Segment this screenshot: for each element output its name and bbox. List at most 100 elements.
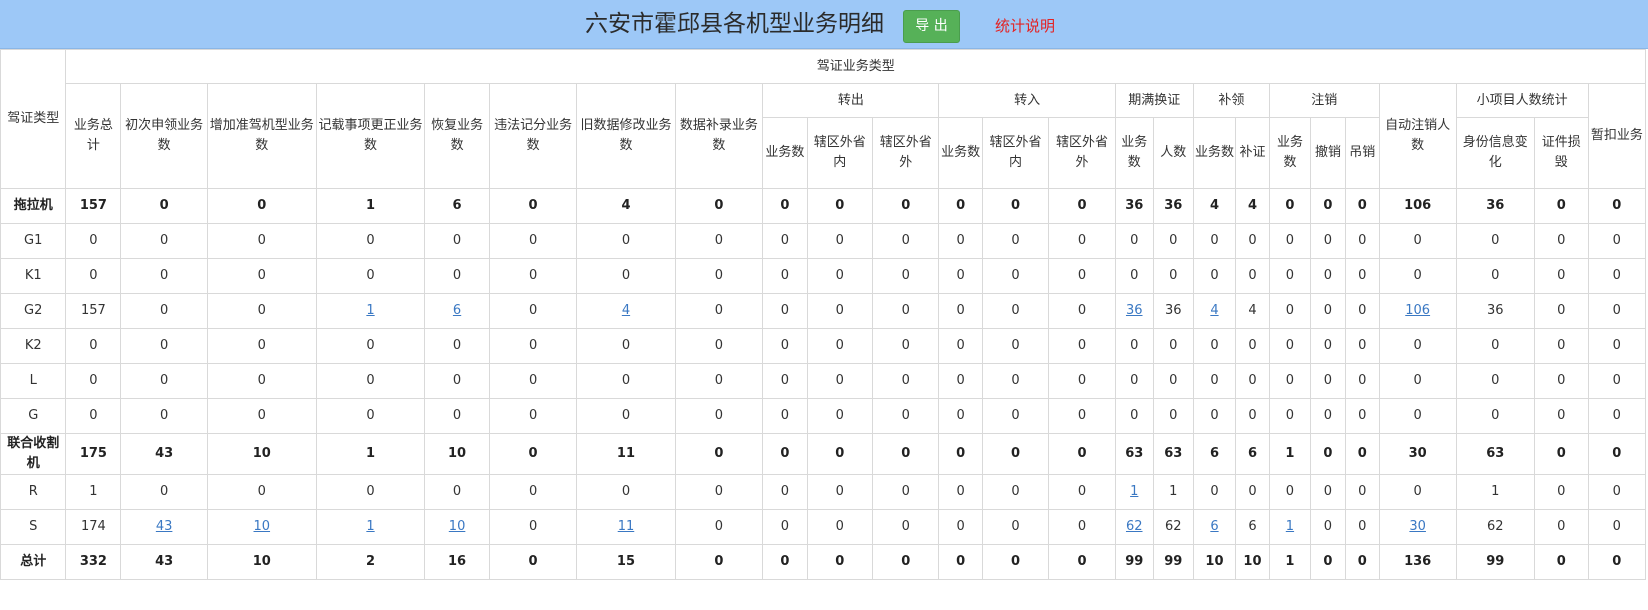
detail-link[interactable]: 43 xyxy=(156,519,173,534)
table-cell: 0 xyxy=(762,474,808,510)
table-cell: 0 xyxy=(1533,223,1589,259)
table-cell: 0 xyxy=(871,398,940,434)
table-cell: 0 xyxy=(1344,328,1380,364)
page-title: 六安市霍邱县各机型业务明细 xyxy=(585,11,884,37)
table-cell: 0 xyxy=(1048,544,1116,580)
table-cell: 0 xyxy=(1048,328,1116,364)
detail-link[interactable]: 1 xyxy=(366,303,374,318)
table-cell: 4 xyxy=(1192,188,1237,224)
table-cell: 0 xyxy=(674,293,764,329)
table-cell: 11 xyxy=(576,509,676,545)
detail-link[interactable]: 62 xyxy=(1126,519,1143,534)
table-cell: 0 xyxy=(576,474,676,510)
table-cell: 2 xyxy=(315,544,426,580)
table-cell: 0 xyxy=(1114,398,1154,434)
table-cell: 0 xyxy=(576,328,676,364)
table-cell: 0 xyxy=(806,258,873,294)
sub-header-biz: 业务数 xyxy=(1114,117,1154,189)
table-cell: 1 xyxy=(65,474,122,510)
table-cell: 0 xyxy=(806,293,873,329)
table-cell: 0 xyxy=(1455,363,1535,399)
table-cell: 1 xyxy=(1268,509,1312,545)
table-cell: 0 xyxy=(1048,293,1116,329)
table-cell: 0 xyxy=(871,328,940,364)
table-cell: 0 xyxy=(488,188,578,224)
header-restore: 恢复业务数 xyxy=(424,83,490,189)
detail-link[interactable]: 1 xyxy=(1130,484,1138,499)
table-row: S 174 43 10 1 10 0 11 0 0 0 0 0 0 0 62 62 6 6 1 0 0 30 62 0 0 xyxy=(0,509,1647,545)
table-cell: 0 xyxy=(674,363,764,399)
header-record-change: 记载事项更正业务数 xyxy=(315,83,426,189)
table-cell: 0 xyxy=(1587,188,1647,224)
table-cell: 0 xyxy=(1344,258,1380,294)
table-cell: 0 xyxy=(1192,223,1237,259)
sub-header-biz: 业务数 xyxy=(938,117,983,189)
table-cell: 0 xyxy=(1114,223,1154,259)
table-row: 总计 332 43 10 2 16 0 15 0 0 0 0 0 0 0 99 99 10 10 1 0 0 136 99 0 0 xyxy=(0,544,1647,580)
detail-link[interactable]: 30 xyxy=(1409,519,1426,534)
table-cell: 0 xyxy=(1048,223,1116,259)
table-cell: 0 xyxy=(120,363,208,399)
table-cell: 62 xyxy=(1152,509,1194,545)
table-cell: 0 xyxy=(1192,258,1237,294)
table-cell: 0 xyxy=(762,188,808,224)
detail-link[interactable]: 10 xyxy=(449,519,466,534)
sub-header-reissue: 补证 xyxy=(1235,117,1270,189)
sub-header-out-out: 辖区外省外 xyxy=(1048,117,1116,189)
table-cell: 0 xyxy=(1192,398,1237,434)
stat-explanation-link[interactable]: 统计说明 xyxy=(995,15,1055,36)
detail-link[interactable]: 10 xyxy=(254,519,271,534)
table-cell: 0 xyxy=(120,223,208,259)
row-type-label: L xyxy=(0,363,67,399)
table-cell: 1 xyxy=(1268,544,1312,580)
table-cell: 0 xyxy=(806,398,873,434)
detail-link[interactable]: 6 xyxy=(1210,519,1218,534)
header-total: 业务总计 xyxy=(65,83,122,189)
col-type-header: 驾证类型 xyxy=(0,49,67,189)
header-cancel: 注销 xyxy=(1268,83,1380,118)
table-cell: 4 xyxy=(1235,188,1270,224)
table-cell: 0 xyxy=(206,328,317,364)
table-cell: 0 xyxy=(1344,293,1380,329)
table-cell: 0 xyxy=(871,433,940,475)
detail-link[interactable]: 11 xyxy=(618,519,635,534)
detail-link[interactable]: 6 xyxy=(453,303,461,318)
table-cell: 0 xyxy=(1378,398,1457,434)
header-add-model: 增加准驾机型业务数 xyxy=(206,83,317,189)
table-cell: 36 xyxy=(1152,293,1194,329)
sub-header-out-in: 辖区外省内 xyxy=(981,117,1050,189)
table-cell: 0 xyxy=(1310,258,1346,294)
table-cell: 0 xyxy=(1587,544,1647,580)
table-cell: 36 xyxy=(1455,293,1535,329)
table-cell: 0 xyxy=(1378,474,1457,510)
row-type-label: 联合收割机 xyxy=(0,433,67,475)
table-cell: 1 xyxy=(1455,474,1535,510)
detail-link[interactable]: 4 xyxy=(622,303,630,318)
header-auto-cancel: 自动注销人数 xyxy=(1378,83,1457,189)
detail-link[interactable]: 1 xyxy=(1286,519,1294,534)
detail-link[interactable]: 106 xyxy=(1405,303,1430,318)
table-cell: 106 xyxy=(1378,293,1457,329)
table-cell: 0 xyxy=(871,544,940,580)
table-cell: 0 xyxy=(1114,328,1154,364)
header-transfer-in: 转入 xyxy=(938,83,1116,118)
table-cell: 0 xyxy=(315,363,426,399)
table-cell: 0 xyxy=(576,363,676,399)
detail-link[interactable]: 36 xyxy=(1126,303,1143,318)
table-cell: 0 xyxy=(762,544,808,580)
table-cell: 4 xyxy=(1235,293,1270,329)
table-cell: 15 xyxy=(576,544,676,580)
detail-link[interactable]: 1 xyxy=(366,519,374,534)
table-cell: 0 xyxy=(1152,398,1194,434)
table-cell: 0 xyxy=(1268,258,1312,294)
table-row: G0000000000000000000000000 xyxy=(0,398,1647,434)
table-cell: 0 xyxy=(1533,474,1589,510)
detail-link[interactable]: 4 xyxy=(1210,303,1218,318)
table-cell: 63 xyxy=(1114,433,1154,475)
export-button[interactable]: 导 出 xyxy=(903,10,960,43)
table-cell: 0 xyxy=(206,258,317,294)
table-cell: 0 xyxy=(1344,223,1380,259)
table-cell: 6 xyxy=(424,188,490,224)
table-cell: 157 xyxy=(65,188,122,224)
table-cell: 0 xyxy=(1310,328,1346,364)
